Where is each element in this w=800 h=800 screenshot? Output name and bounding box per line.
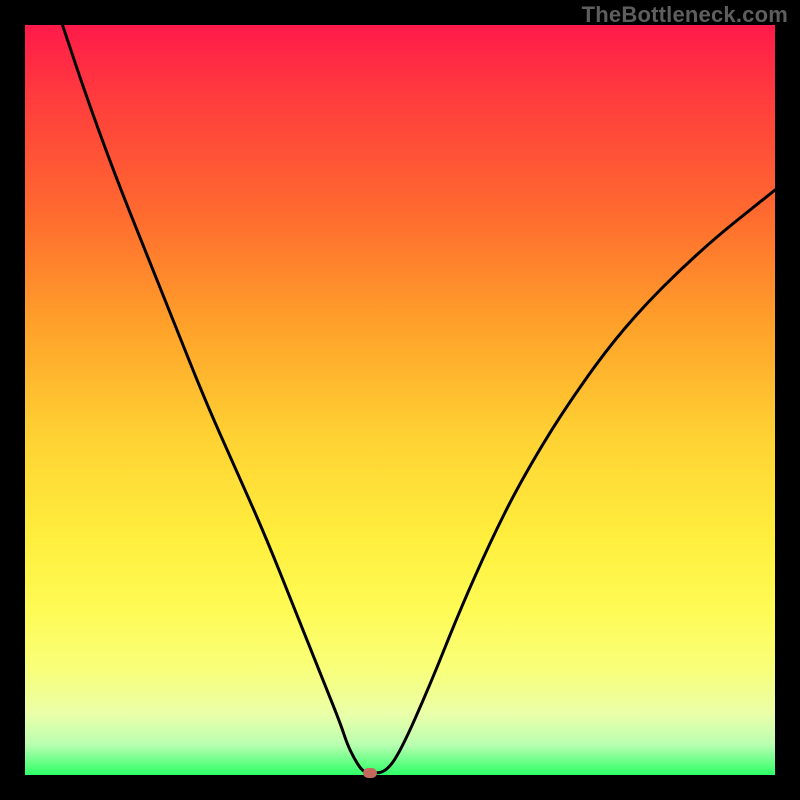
plot-area	[25, 25, 775, 775]
min-marker	[363, 768, 377, 778]
watermark-text: TheBottleneck.com	[582, 2, 788, 28]
chart-stage: TheBottleneck.com	[0, 0, 800, 800]
curve-path	[63, 25, 776, 773]
curve-svg	[25, 25, 775, 775]
